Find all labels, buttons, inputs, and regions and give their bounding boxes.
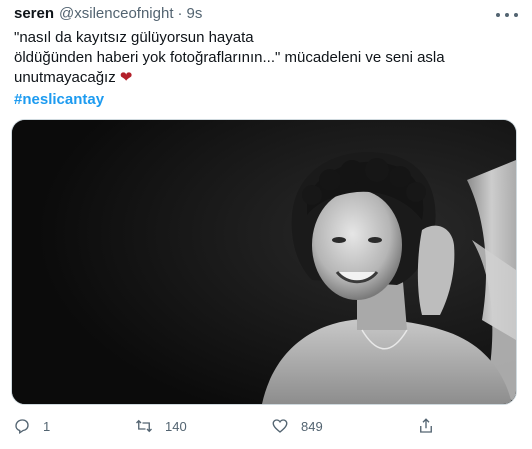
timestamp[interactable]: 9s <box>187 5 203 22</box>
reply-icon <box>15 419 29 435</box>
share-icon <box>420 418 432 433</box>
retweet-button[interactable]: 140 <box>135 413 187 439</box>
portrait-photo <box>12 120 516 404</box>
display-name[interactable]: seren <box>14 5 54 22</box>
like-count: 849 <box>301 418 323 434</box>
more-dot-icon <box>514 13 518 17</box>
heart-emoji: ❤ <box>119 69 133 86</box>
more-dot-icon <box>496 13 500 17</box>
more-dot-icon <box>505 13 509 17</box>
reply-button[interactable]: 1 <box>13 413 50 439</box>
hashtag-link[interactable]: #neslicantay <box>14 90 514 110</box>
user-handle[interactable]: @xsilenceofnight <box>59 5 173 22</box>
tweet-text-line: "nasıl da kayıtsız gülüyorsun hayata <box>14 29 254 46</box>
tweet-actions: 1 140 849 <box>0 413 532 439</box>
share-button[interactable] <box>417 413 447 439</box>
tweet-header: seren @xsilenceofnight · 9s <box>14 5 202 25</box>
tweet-text: "nasıl da kayıtsız gülüyorsun hayata öld… <box>14 28 514 110</box>
more-options-button[interactable] <box>496 8 518 22</box>
like-icon <box>272 419 288 433</box>
separator: · <box>177 5 183 22</box>
like-button[interactable]: 849 <box>271 413 323 439</box>
retweet-icon <box>136 419 152 433</box>
reply-count: 1 <box>43 418 51 434</box>
tweet-text-line: öldüğünden haberi yok fotoğraflarının...… <box>14 49 445 66</box>
tweet-photo[interactable] <box>11 119 517 405</box>
tweet-text-line-content: unutmayacağız <box>14 69 116 86</box>
tweet-text-line-3: unutmayacağız ❤ <box>14 68 514 88</box>
retweet-count: 140 <box>165 418 187 434</box>
